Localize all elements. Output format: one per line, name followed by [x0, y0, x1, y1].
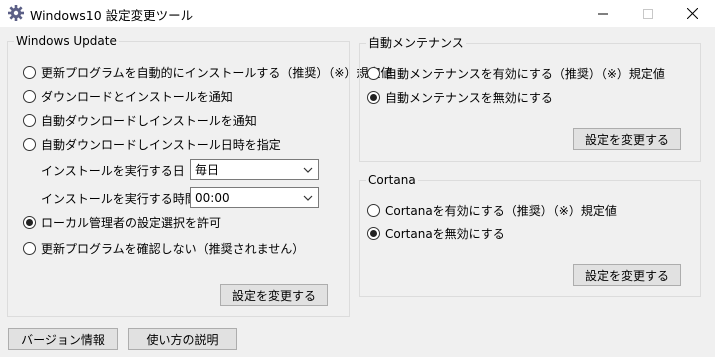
wu-option-label: ダウンロードとインストールを通知: [41, 90, 233, 104]
cortana-enable-option[interactable]: Cortanaを有効にする（推奨）（※）規定値: [367, 202, 617, 219]
minimize-button[interactable]: [580, 0, 625, 27]
wu-option-label: 自動ダウンロードしインストール日時を指定: [41, 138, 281, 152]
window-title: Windows10 設定変更ツール: [30, 8, 194, 23]
wu-option-label: 更新プログラムを確認しない（推奨されません）: [41, 242, 305, 256]
wu-option-notify-download[interactable]: ダウンロードとインストールを通知: [23, 88, 233, 105]
wu-apply-button[interactable]: 設定を変更する: [220, 284, 328, 306]
wu-option-scheduled-install[interactable]: 自動ダウンロードしインストール日時を指定: [23, 136, 281, 153]
wu-option-auto-download-notify[interactable]: 自動ダウンロードしインストールを通知: [23, 112, 257, 129]
maintenance-enable-option[interactable]: 自動メンテナンスを有効にする（推奨）（※）規定値: [367, 65, 665, 82]
version-info-button[interactable]: バージョン情報: [8, 328, 118, 350]
maintenance-option-label: 自動メンテナンスを有効にする（推奨）（※）規定値: [385, 67, 665, 81]
chevron-down-icon: [303, 195, 313, 201]
install-day-value: 毎日: [195, 163, 220, 177]
howto-button[interactable]: 使い方の説明: [128, 328, 237, 350]
radio-button[interactable]: [23, 242, 36, 255]
radio-button[interactable]: [367, 67, 380, 80]
install-time-select[interactable]: 00:00: [190, 187, 319, 208]
radio-button[interactable]: [23, 138, 36, 151]
wu-option-label: 自動ダウンロードしインストールを通知: [41, 114, 257, 128]
install-time-label: インストールを実行する時間: [41, 192, 197, 206]
maintenance-apply-button[interactable]: 設定を変更する: [573, 128, 681, 150]
windows-update-group-label: Windows Update: [14, 34, 119, 48]
cortana-option-label: Cortanaを無効にする: [385, 227, 505, 241]
cortana-disable-option[interactable]: Cortanaを無効にする: [367, 225, 505, 242]
minimize-icon: [597, 13, 608, 14]
wu-option-local-admin[interactable]: ローカル管理者の設定選択を許可: [23, 214, 221, 231]
chevron-down-icon: [303, 167, 313, 173]
wu-option-label: ローカル管理者の設定選択を許可: [41, 216, 222, 230]
title-bar: Windows10 設定変更ツール: [0, 0, 715, 27]
radio-button[interactable]: [23, 114, 36, 127]
maintenance-option-label: 自動メンテナンスを無効にする: [385, 91, 553, 105]
gear-icon: [7, 4, 25, 22]
radio-button[interactable]: [367, 227, 380, 240]
wu-option-auto-install[interactable]: 更新プログラムを自動的にインストールする（推奨）（※）規定値: [23, 64, 392, 81]
radio-button[interactable]: [367, 91, 380, 104]
close-icon: [687, 8, 698, 19]
radio-button[interactable]: [23, 216, 36, 229]
wu-option-never-check[interactable]: 更新プログラムを確認しない（推奨されません）: [23, 240, 304, 257]
close-button[interactable]: [670, 0, 715, 27]
auto-maintenance-group-label: 自動メンテナンス: [366, 36, 466, 50]
install-day-select[interactable]: 毎日: [190, 159, 319, 180]
maximize-icon: [642, 8, 653, 19]
radio-button[interactable]: [23, 90, 36, 103]
install-day-label: インストールを実行する日: [41, 164, 185, 178]
wu-option-label: 更新プログラムを自動的にインストールする（推奨）（※）規定値: [41, 66, 393, 80]
radio-button[interactable]: [23, 66, 36, 79]
cortana-group-label: Cortana: [366, 173, 418, 187]
radio-button[interactable]: [367, 204, 380, 217]
install-time-value: 00:00: [195, 190, 230, 205]
maintenance-disable-option[interactable]: 自動メンテナンスを無効にする: [367, 89, 553, 106]
cortana-apply-button[interactable]: 設定を変更する: [573, 264, 681, 286]
cortana-option-label: Cortanaを有効にする（推奨）（※）規定値: [385, 204, 617, 218]
maximize-button[interactable]: [625, 0, 670, 27]
